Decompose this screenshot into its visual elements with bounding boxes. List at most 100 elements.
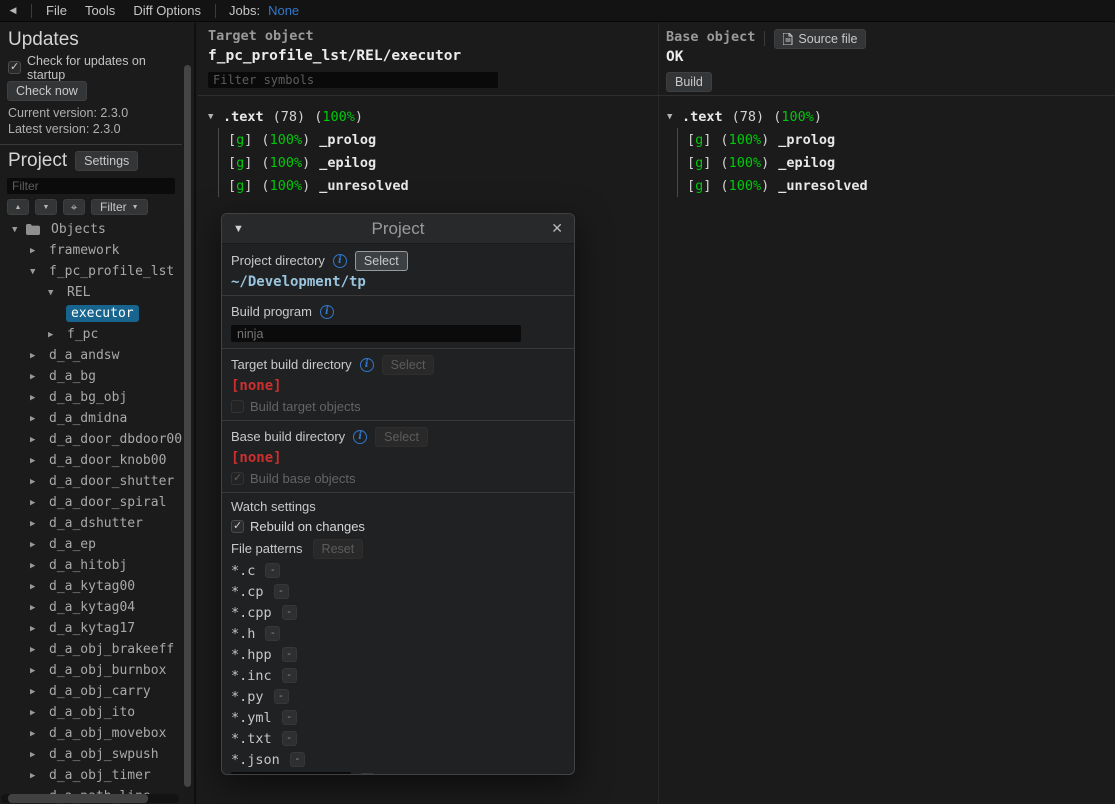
tree-item[interactable]: ▼ Objects <box>0 219 182 240</box>
locate-object-button[interactable]: ⌖ <box>63 199 85 215</box>
tree-item[interactable]: ▶ d_a_hitobj <box>0 555 182 576</box>
tree-item[interactable]: ▶ d_a_door_shutter <box>0 471 182 492</box>
tree-item[interactable]: ▶ framework <box>0 240 182 261</box>
settings-button[interactable]: Settings <box>75 151 138 171</box>
tree-item[interactable]: ▶ d_a_kytag17 <box>0 618 182 639</box>
startup-checkbox[interactable] <box>8 61 21 74</box>
symbol-row[interactable]: [g] (100%) _prolog <box>228 128 658 151</box>
remove-pattern-button[interactable]: - <box>290 752 305 767</box>
symbol-filter-input[interactable] <box>208 72 498 88</box>
add-pattern-button[interactable]: + <box>360 773 375 775</box>
project-filter-input[interactable] <box>7 178 175 194</box>
dialog-collapse-icon[interactable]: ▼ <box>233 223 255 235</box>
tree-item[interactable]: ▶ d_a_obj_swpush <box>0 744 182 765</box>
tree-item[interactable]: ▶ d_a_kytag00 <box>0 576 182 597</box>
section-collapse-icon[interactable]: ▼ <box>208 112 223 122</box>
tree-item[interactable]: ▶ d_a_obj_carry <box>0 681 182 702</box>
project-directory-select-button[interactable]: Select <box>355 251 408 271</box>
menu-item[interactable]: Tools <box>76 3 124 18</box>
symbol-row[interactable]: [g] (100%) _epilog <box>228 151 658 174</box>
tree-expand-icon[interactable]: ▶ <box>30 435 44 445</box>
project-directory-value: ~/Development/tp <box>231 272 565 292</box>
symbol-row[interactable]: [g] (100%) _unresolved <box>687 174 868 197</box>
tree-item[interactable]: executor <box>0 303 182 324</box>
tree-item[interactable]: ▶ d_a_dshutter <box>0 513 182 534</box>
symbol-row[interactable]: [g] (100%) _prolog <box>687 128 868 151</box>
tree-expand-icon[interactable]: ▶ <box>30 750 44 760</box>
tree-item[interactable]: ▶ d_a_obj_movebox <box>0 723 182 744</box>
section-header[interactable]: ▼ .text (78) (100%) <box>208 105 658 128</box>
tree-item[interactable]: ▶ d_a_door_spiral <box>0 492 182 513</box>
tree-expand-icon[interactable]: ▶ <box>30 708 44 718</box>
tree-item[interactable]: ▶ d_a_obj_timer <box>0 765 182 786</box>
close-icon[interactable]: ✕ <box>541 220 563 237</box>
sidebar-vertical-scrollbar[interactable] <box>184 65 191 787</box>
sidebar-horizontal-scrollbar[interactable] <box>8 794 148 803</box>
tree-expand-icon[interactable]: ▶ <box>30 372 44 382</box>
tree-expand-icon[interactable]: ▶ <box>30 414 44 424</box>
menu-item[interactable]: Diff Options <box>124 3 210 18</box>
tree-expand-icon[interactable]: ▶ <box>48 330 62 340</box>
sort-down-button[interactable]: ▼ <box>35 199 57 215</box>
section-collapse-icon[interactable]: ▼ <box>667 112 682 122</box>
rebuild-on-changes-checkbox[interactable] <box>231 520 244 533</box>
tree-item[interactable]: ▼ f_pc_profile_lst <box>0 261 182 282</box>
remove-pattern-button[interactable]: - <box>282 605 297 620</box>
remove-pattern-button[interactable]: - <box>274 584 289 599</box>
tree-item[interactable]: ▶ d_a_door_knob00 <box>0 450 182 471</box>
sort-up-button[interactable]: ▲ <box>7 199 29 215</box>
tree-expand-icon[interactable]: ▶ <box>30 477 44 487</box>
tree-item[interactable]: ▶ d_a_door_dbdoor00 <box>0 429 182 450</box>
tree-expand-icon[interactable]: ▶ <box>30 498 44 508</box>
build-program-input[interactable] <box>231 325 521 342</box>
tree-expand-icon[interactable]: ▶ <box>30 582 44 592</box>
remove-pattern-button[interactable]: - <box>265 626 280 641</box>
tree-expand-icon[interactable]: ▶ <box>30 519 44 529</box>
tree-expand-icon[interactable]: ▼ <box>30 267 44 277</box>
remove-pattern-button[interactable]: - <box>282 731 297 746</box>
check-now-button[interactable]: Check now <box>7 81 87 101</box>
tree-expand-icon[interactable]: ▶ <box>30 624 44 634</box>
filter-dropdown-button[interactable]: Filter ▼ <box>91 199 148 215</box>
tree-expand-icon[interactable]: ▶ <box>30 687 44 697</box>
tree-expand-icon[interactable]: ▶ <box>30 246 44 256</box>
tree-expand-icon[interactable]: ▶ <box>30 645 44 655</box>
tree-item[interactable]: ▶ d_a_obj_ito <box>0 702 182 723</box>
symbol-row[interactable]: [g] (100%) _unresolved <box>228 174 658 197</box>
tree-item[interactable]: ▶ d_a_kytag04 <box>0 597 182 618</box>
symbol-row[interactable]: [g] (100%) _epilog <box>687 151 868 174</box>
tree-item[interactable]: ▶ f_pc <box>0 324 182 345</box>
new-pattern-input[interactable] <box>231 772 351 775</box>
tree-expand-icon[interactable]: ▶ <box>30 540 44 550</box>
remove-pattern-button[interactable]: - <box>282 668 297 683</box>
section-header[interactable]: ▼ .text (78) (100%) <box>667 105 868 128</box>
menu-item[interactable]: File <box>37 3 76 18</box>
tree-item[interactable]: ▶ d_a_dmidna <box>0 408 182 429</box>
tree-item[interactable]: ▼ REL <box>0 282 182 303</box>
build-button[interactable]: Build <box>666 72 712 92</box>
remove-pattern-button[interactable]: - <box>274 689 289 704</box>
tree-expand-icon[interactable]: ▼ <box>12 225 26 235</box>
project-dialog-titlebar[interactable]: ▼ Project ✕ <box>222 214 574 244</box>
tree-expand-icon[interactable]: ▶ <box>30 603 44 613</box>
tree-expand-icon[interactable]: ▶ <box>30 666 44 676</box>
tree-item[interactable]: ▶ d_a_ep <box>0 534 182 555</box>
tree-expand-icon[interactable]: ▼ <box>48 288 62 298</box>
tree-expand-icon[interactable]: ▶ <box>30 456 44 466</box>
remove-pattern-button[interactable]: - <box>265 563 280 578</box>
jobs-link[interactable]: None <box>262 3 305 18</box>
tree-expand-icon[interactable]: ▶ <box>30 351 44 361</box>
remove-pattern-button[interactable]: - <box>282 647 297 662</box>
tree-expand-icon[interactable]: ▶ <box>30 561 44 571</box>
tree-expand-icon[interactable]: ▶ <box>30 771 44 781</box>
source-file-button[interactable]: Source file <box>774 29 866 49</box>
tree-item[interactable]: ▶ d_a_bg <box>0 366 182 387</box>
tree-item[interactable]: ▶ d_a_obj_brakeeff <box>0 639 182 660</box>
tree-item[interactable]: ▶ d_a_bg_obj <box>0 387 182 408</box>
tree-expand-icon[interactable]: ▶ <box>30 393 44 403</box>
back-icon[interactable]: ◀ <box>0 5 26 16</box>
remove-pattern-button[interactable]: - <box>282 710 297 725</box>
tree-item[interactable]: ▶ d_a_obj_burnbox <box>0 660 182 681</box>
tree-expand-icon[interactable]: ▶ <box>30 729 44 739</box>
tree-item[interactable]: ▶ d_a_andsw <box>0 345 182 366</box>
